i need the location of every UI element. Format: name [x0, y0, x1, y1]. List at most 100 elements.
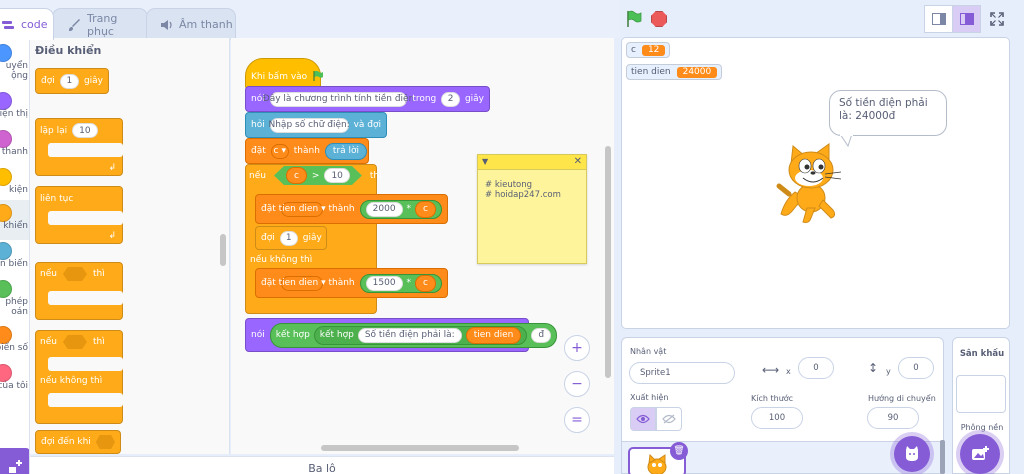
- set-variable-block[interactable]: đặt c ▾ thành trả lời: [245, 138, 369, 164]
- small-stage-button[interactable]: [924, 5, 953, 33]
- category-sound[interactable]: thanh: [0, 126, 29, 166]
- category-sensing[interactable]: n biến: [0, 238, 29, 278]
- zoom-out-button[interactable]: −: [564, 371, 590, 397]
- script-area[interactable]: Khi bấm vào nói Đây là chương trình tính…: [231, 38, 614, 454]
- ask-and-wait-block[interactable]: hỏi Nhập số chữ điện: và đợi: [245, 112, 387, 138]
- set-variable-block[interactable]: đặt tien dien ▾ thành 1500 * c: [255, 268, 448, 298]
- ask-text-input[interactable]: Nhập số chữ điện:: [269, 117, 350, 133]
- multiply-operator[interactable]: 1500 * c: [359, 273, 442, 293]
- palette-if-else-block[interactable]: nếu thì nếu không thì: [35, 330, 123, 424]
- say-block[interactable]: nói kết hợp kết hợp Số tiền điện phải là…: [245, 318, 558, 352]
- join-text-input[interactable]: Số tiền điện phải là:: [357, 327, 462, 343]
- cat-sprite[interactable]: [775, 142, 857, 226]
- zoom-reset-icon: =: [571, 412, 583, 428]
- sprite-name-value: Sprite1: [640, 368, 671, 378]
- show-sprite-button[interactable]: [630, 407, 656, 431]
- palette-section-title: Điều khiển: [35, 44, 102, 57]
- size-field[interactable]: 100: [751, 407, 803, 429]
- backpack-bar[interactable]: Ba lô: [30, 456, 614, 474]
- close-icon[interactable]: ✕: [574, 156, 582, 167]
- palette-wait-block[interactable]: đợi 1 giây: [35, 68, 109, 94]
- say-for-secs-block[interactable]: nói Đây là chương trình tính tiền điện t…: [245, 86, 490, 112]
- green-flag-button[interactable]: [625, 10, 643, 28]
- block-label: nếu: [40, 269, 57, 279]
- variable-monitor-c[interactable]: c 12: [626, 42, 671, 58]
- tab-code[interactable]: code: [0, 8, 54, 40]
- number-input[interactable]: 1500: [365, 275, 403, 291]
- choose-sprite-button[interactable]: [894, 436, 930, 472]
- direction-field[interactable]: 90: [867, 407, 919, 429]
- compare-value-input[interactable]: 10: [324, 168, 349, 183]
- zoom-in-button[interactable]: +: [564, 335, 590, 361]
- variable-dropdown[interactable]: c ▾: [270, 143, 289, 159]
- palette-if-block[interactable]: nếu thì: [35, 262, 123, 320]
- join-operator-nested[interactable]: kết hợp Số tiền điện phải là: tien dien: [313, 325, 528, 345]
- backdrop-thumbnail[interactable]: [956, 375, 1006, 413]
- loop-arrow-icon: ↲: [108, 163, 116, 173]
- say-seconds-input[interactable]: 2: [441, 91, 460, 107]
- comment-text[interactable]: # kieutong # hoidap247.com: [478, 170, 586, 210]
- set-variable-block[interactable]: đặt tien dien ▾ thành 2000 * c: [255, 194, 448, 224]
- block-label: Khi bấm vào: [251, 72, 308, 82]
- choose-backdrop-button[interactable]: [960, 434, 1000, 474]
- answer-reporter[interactable]: trả lời: [324, 142, 368, 160]
- condition-slot[interactable]: [95, 435, 115, 449]
- category-events[interactable]: kiện: [0, 164, 29, 204]
- brush-icon: [67, 18, 81, 32]
- category-control[interactable]: i khiển: [0, 200, 29, 240]
- tab-costumes[interactable]: Trang phục: [52, 8, 148, 40]
- tab-costumes-label: Trang phục: [87, 11, 118, 38]
- join-suffix-input[interactable]: đ: [531, 327, 552, 343]
- category-motion[interactable]: uyển ộng: [0, 40, 29, 81]
- repeat-count-input[interactable]: 10: [72, 123, 98, 138]
- variable-dropdown[interactable]: tien dien ▾: [279, 275, 326, 291]
- category-operators[interactable]: phép oán: [0, 276, 29, 317]
- delete-sprite-button[interactable]: 🗑: [670, 442, 688, 460]
- control-dot-icon: [0, 204, 12, 222]
- speech-bubble-text: Số tiền điện phải là: 24000đ: [839, 97, 928, 122]
- tab-code-label: code: [21, 18, 48, 31]
- join-operator[interactable]: kết hợp kết hợp Số tiền điện phải là: ti…: [269, 322, 558, 348]
- variable-reporter[interactable]: c: [415, 274, 436, 292]
- variable-dropdown[interactable]: tien dien ▾: [279, 201, 326, 217]
- comment-note-header[interactable]: ▼ ✕: [478, 155, 586, 170]
- stage-canvas[interactable]: c 12 tien dien 24000 Số tiền điện phải l…: [621, 37, 1010, 329]
- collapse-icon[interactable]: ▼: [482, 157, 488, 166]
- palette-repeat-block[interactable]: lặp lại 10 ↲: [35, 118, 123, 176]
- multiply-operator[interactable]: 2000 * c: [359, 199, 442, 219]
- category-looks[interactable]: iện thị: [0, 88, 29, 128]
- condition-slot[interactable]: [62, 335, 87, 349]
- variable-monitor-tien-dien[interactable]: tien dien 24000: [626, 64, 723, 80]
- number-input[interactable]: 2000: [365, 201, 403, 217]
- category-my-blocks[interactable]: của tôi: [0, 360, 29, 400]
- palette-forever-block[interactable]: liên tục ↲: [35, 186, 123, 244]
- wait-seconds-input[interactable]: 1: [59, 73, 79, 89]
- palette-wait-until-block[interactable]: đợi đến khi: [35, 430, 121, 454]
- zoom-reset-button[interactable]: =: [564, 407, 590, 433]
- block-categories: uyển ộng iện thị thanh kiện i khiển n bi…: [0, 38, 30, 474]
- normal-stage-button[interactable]: [952, 5, 981, 33]
- script-vertical-scrollbar[interactable]: [605, 146, 611, 378]
- script-horizontal-scrollbar[interactable]: [321, 445, 519, 451]
- condition-slot[interactable]: [62, 267, 87, 281]
- y-position-field[interactable]: 0: [898, 357, 934, 379]
- fullscreen-button[interactable]: [982, 5, 1011, 33]
- greater-than-operator[interactable]: c > 10: [274, 166, 362, 185]
- sprite-name-field[interactable]: Sprite1: [629, 362, 735, 384]
- tab-sounds[interactable]: Âm thanh: [146, 8, 236, 40]
- variable-reporter[interactable]: tien dien: [465, 326, 522, 344]
- say-text-input[interactable]: Đây là chương trình tính tiền điện: [263, 91, 414, 107]
- wait-block[interactable]: đợi 1 giây: [255, 226, 327, 250]
- category-variables[interactable]: biến số: [0, 322, 29, 362]
- hide-sprite-button[interactable]: [656, 407, 682, 431]
- block-label: đặt: [261, 204, 276, 214]
- x-position-field[interactable]: 0: [798, 357, 834, 379]
- stop-button[interactable]: [651, 11, 667, 27]
- variable-reporter[interactable]: c: [286, 167, 307, 184]
- sprite-list-scrollbar[interactable]: [940, 440, 945, 474]
- comment-note[interactable]: ▼ ✕ # kieutong # hoidap247.com: [477, 154, 587, 264]
- variable-reporter[interactable]: c: [415, 200, 436, 218]
- wait-seconds-input[interactable]: 1: [279, 230, 298, 246]
- palette-scrollbar[interactable]: [220, 234, 226, 266]
- add-extension-button[interactable]: [0, 448, 29, 474]
